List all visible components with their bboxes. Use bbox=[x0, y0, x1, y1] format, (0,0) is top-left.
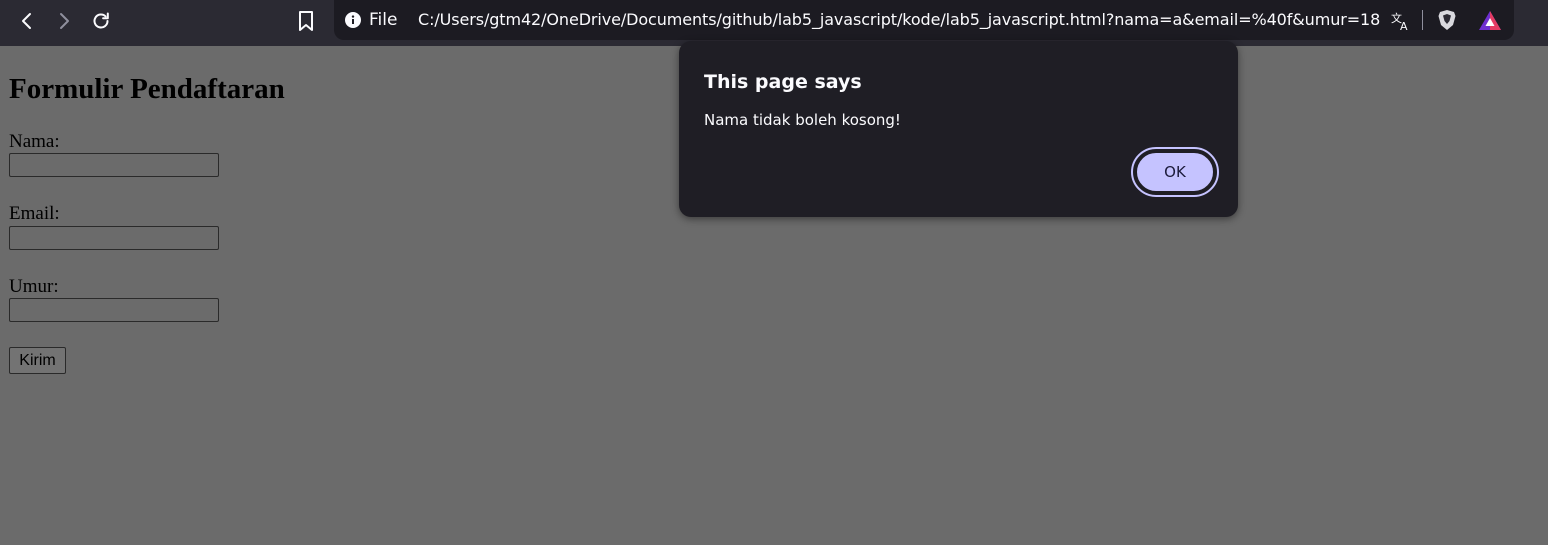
address-bar-separator bbox=[1422, 10, 1423, 30]
umur-input[interactable] bbox=[9, 298, 219, 322]
chevron-left-icon bbox=[22, 13, 31, 29]
nama-label: Nama: bbox=[9, 131, 60, 152]
bookmark-icon bbox=[299, 11, 313, 31]
chevron-right-icon bbox=[60, 13, 69, 29]
umur-label: Umur: bbox=[9, 276, 59, 297]
nama-input[interactable] bbox=[9, 153, 219, 177]
bookmark-button[interactable] bbox=[290, 5, 322, 37]
reload-icon bbox=[93, 12, 109, 29]
svg-text:A: A bbox=[1400, 20, 1408, 32]
address-bar[interactable]: File C:/Users/gtm42/OneDrive/Documents/g… bbox=[334, 0, 1514, 40]
url-text[interactable]: C:/Users/gtm42/OneDrive/Documents/github… bbox=[418, 9, 1380, 31]
submit-button[interactable]: Kirim bbox=[9, 347, 66, 374]
url-scheme-label: File bbox=[369, 10, 398, 30]
alert-message: Nama tidak boleh kosong! bbox=[704, 111, 901, 129]
forward-button[interactable] bbox=[48, 5, 80, 37]
browser-toolbar: File C:/Users/gtm42/OneDrive/Documents/g… bbox=[0, 0, 1548, 46]
brave-rewards-icon[interactable] bbox=[1478, 10, 1502, 32]
alert-title: This page says bbox=[704, 71, 862, 93]
info-icon[interactable] bbox=[345, 12, 361, 28]
email-label: Email: bbox=[9, 203, 60, 224]
back-button[interactable] bbox=[11, 5, 43, 37]
translate-icon[interactable]: 文 A bbox=[1390, 10, 1412, 32]
page-title: Formulir Pendaftaran bbox=[9, 73, 285, 105]
ok-button-label: OK bbox=[1135, 151, 1215, 193]
alert-dialog: This page says Nama tidak boleh kosong! … bbox=[679, 41, 1238, 217]
email-input[interactable] bbox=[9, 226, 219, 250]
brave-shield-icon[interactable] bbox=[1437, 9, 1457, 31]
reload-button[interactable] bbox=[85, 5, 117, 37]
ok-button[interactable]: OK bbox=[1131, 147, 1219, 197]
